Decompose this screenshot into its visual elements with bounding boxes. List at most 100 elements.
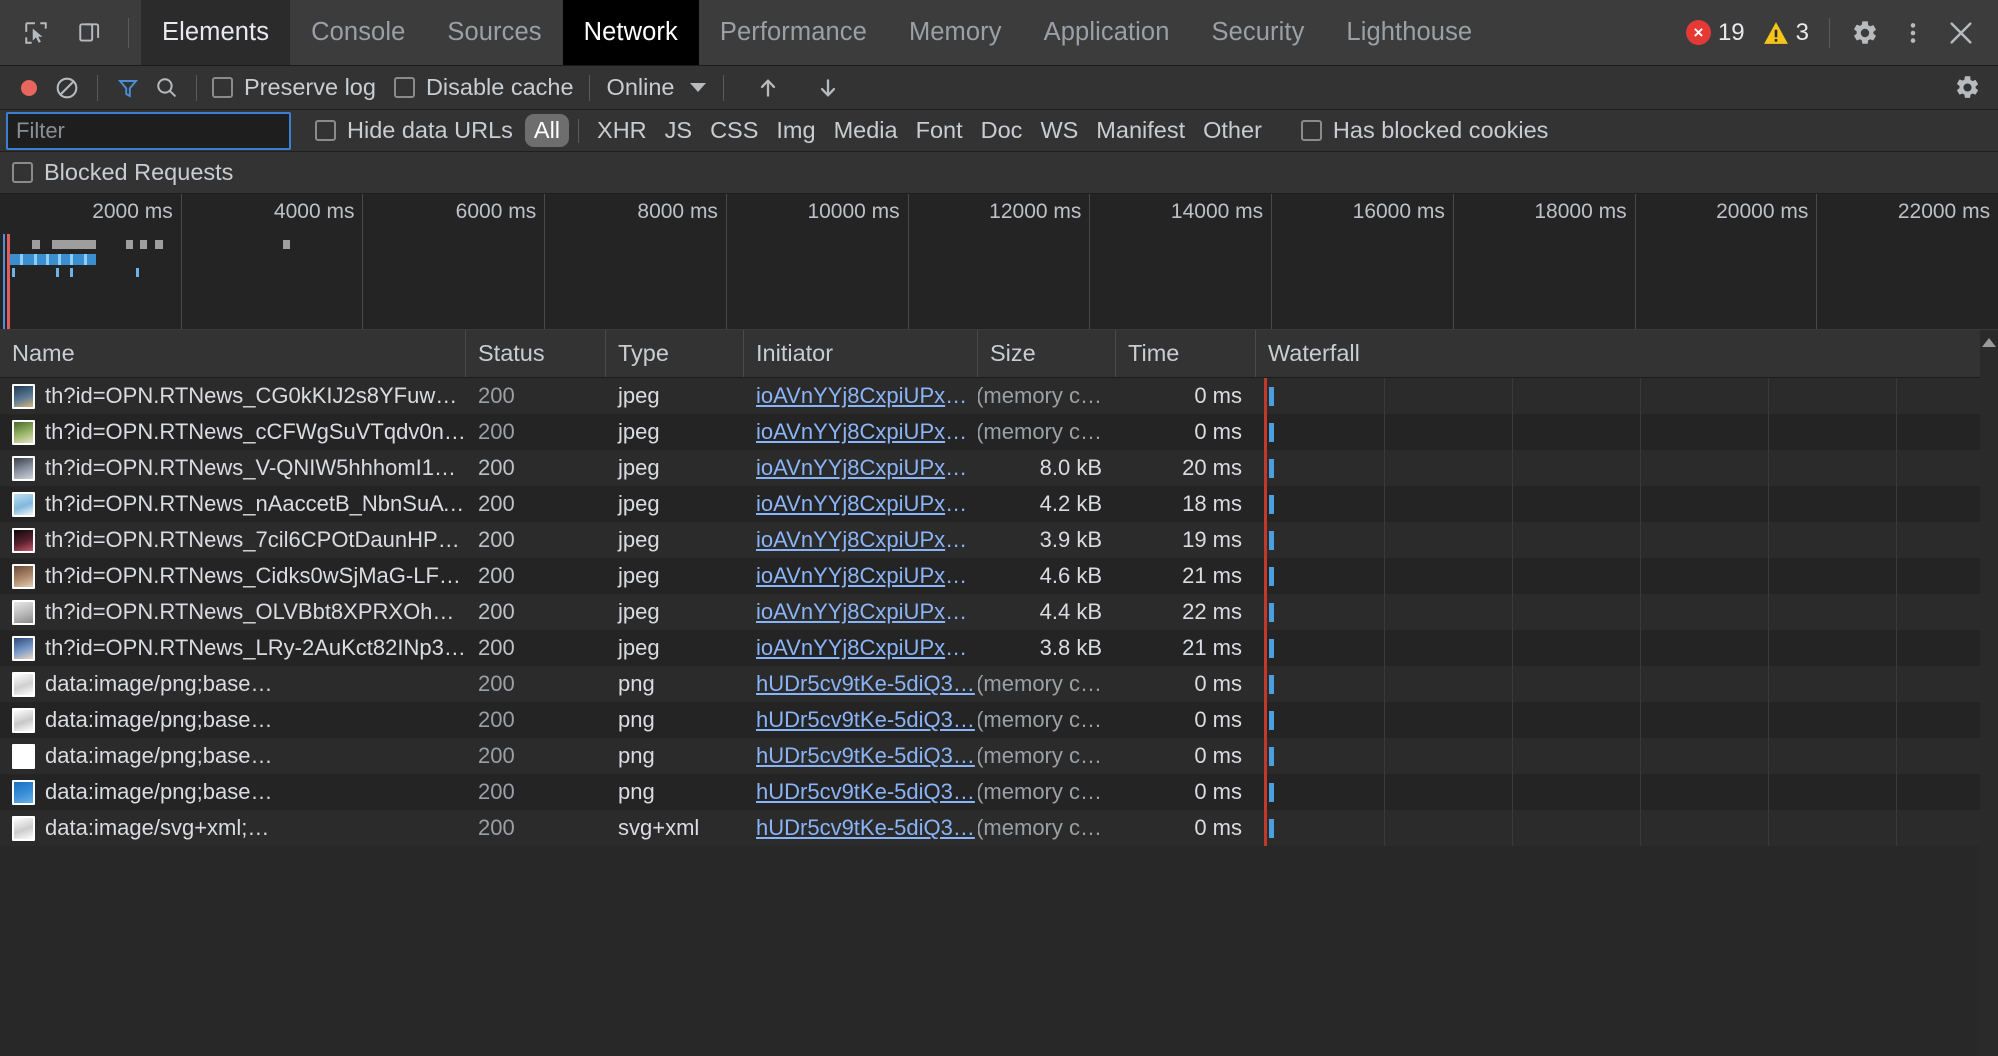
has-blocked-cookies-checkbox[interactable]: Has blocked cookies <box>1297 117 1553 144</box>
table-row[interactable]: th?id=OPN.RTNews_nAaccetB_NbnSuAVp… 200 jp… <box>0 486 1998 522</box>
tab-lighthouse[interactable]: Lighthouse <box>1325 0 1493 65</box>
close-icon[interactable] <box>1938 10 1984 56</box>
network-settings-gear-icon[interactable] <box>1948 69 1986 107</box>
network-overview-timeline[interactable]: 2000 ms 4000 ms 6000 ms 8000 ms 10000 ms… <box>0 194 1998 330</box>
table-row[interactable]: data:image/png;base… 200 png hUDr5cv9tKe-5d… <box>0 738 1998 774</box>
filter-type-manifest-label: Manifest <box>1096 117 1186 143</box>
initiator-link[interactable]: hUDr5cv9tKe-5diQ3… <box>756 779 975 805</box>
filter-type-ws[interactable]: WS <box>1031 114 1087 147</box>
table-row[interactable]: data:image/svg+xml;… 200 svg+xml hUDr5cv9tK… <box>0 810 1998 846</box>
column-header-name[interactable]: Name <box>0 330 466 377</box>
column-header-time[interactable]: Time <box>1116 330 1256 377</box>
initiator-link[interactable]: hUDr5cv9tKe-5diQ3… <box>756 815 975 841</box>
table-row[interactable]: th?id=OPN.RTNews_V-QNIW5hhhomI1YtE… 200 jp… <box>0 450 1998 486</box>
search-magnifier-icon[interactable] <box>147 69 185 107</box>
initiator-link[interactable]: ioAVnYYj8CxpiUPxW… <box>756 635 978 661</box>
tab-memory[interactable]: Memory <box>888 0 1023 65</box>
cell-initiator: hUDr5cv9tKe-5diQ3… <box>744 810 978 846</box>
cell-waterfall <box>1256 810 1998 846</box>
waterfall-gridline <box>1896 558 1897 594</box>
filter-type-doc[interactable]: Doc <box>972 114 1032 147</box>
initiator-link[interactable]: ioAVnYYj8CxpiUPxW… <box>756 419 978 445</box>
waterfall-request-bar <box>1269 387 1274 406</box>
filter-input[interactable] <box>6 111 291 150</box>
column-header-initiator[interactable]: Initiator <box>744 330 978 377</box>
table-scrollbar[interactable] <box>1980 330 1998 1056</box>
record-circle-icon[interactable] <box>10 69 48 107</box>
blocked-requests-checkbox[interactable]: Blocked Requests <box>8 159 237 186</box>
waterfall-gridline <box>1640 450 1641 486</box>
column-header-waterfall[interactable]: Waterfall <box>1256 330 1998 377</box>
filter-type-font[interactable]: Font <box>907 114 972 147</box>
throttling-select[interactable]: Online <box>601 74 713 101</box>
inspect-element-icon[interactable] <box>14 11 58 55</box>
disable-cache-checkbox[interactable]: Disable cache <box>390 74 578 101</box>
scroll-up-arrow-icon[interactable] <box>1982 338 1996 347</box>
waterfall-gridline <box>1640 378 1641 414</box>
tab-sources[interactable]: Sources <box>426 0 562 65</box>
overview-tick-label: 18000 ms <box>1534 200 1627 223</box>
table-row[interactable]: th?id=OPN.RTNews_cCFWgSuVTqdv0nJs… 200 jpe… <box>0 414 1998 450</box>
cell-name: th?id=OPN.RTNews_cCFWgSuVTqdv0nJs… <box>0 414 466 450</box>
initiator-link[interactable]: ioAVnYYj8CxpiUPxW… <box>756 455 978 481</box>
table-row[interactable]: th?id=OPN.RTNews_LRy-2AuKct82INp3R… 200 jp… <box>0 630 1998 666</box>
initiator-link[interactable]: hUDr5cv9tKe-5diQ3… <box>756 743 975 769</box>
gear-icon[interactable] <box>1842 10 1888 56</box>
waterfall-dom-marker <box>1264 702 1267 738</box>
import-upload-arrow-icon[interactable] <box>749 69 787 107</box>
column-header-type-label: Type <box>618 340 669 366</box>
filter-type-js[interactable]: JS <box>656 114 701 147</box>
export-download-arrow-icon[interactable] <box>809 69 847 107</box>
column-header-type[interactable]: Type <box>606 330 744 377</box>
table-row[interactable]: th?id=OPN.RTNews_Cidks0wSjMaG-LFXq… 200 jp… <box>0 558 1998 594</box>
waterfall-gridline <box>1896 450 1897 486</box>
filter-type-other[interactable]: Other <box>1194 114 1271 147</box>
table-row[interactable]: th?id=OPN.RTNews_OLVBbt8XPRXOhAL7… 200 jpe… <box>0 594 1998 630</box>
request-thumbnail-icon <box>12 707 35 733</box>
table-row[interactable]: th?id=OPN.RTNews_CG0kKIJ2s8YFuwGN… 200 jpe… <box>0 378 1998 414</box>
waterfall-request-bar <box>1269 531 1274 550</box>
filter-type-all[interactable]: All <box>524 114 570 147</box>
filter-type-img[interactable]: Img <box>767 114 824 147</box>
tab-elements[interactable]: Elements <box>141 0 291 65</box>
initiator-link[interactable]: ioAVnYYj8CxpiUPxW… <box>756 599 978 625</box>
hide-data-urls-checkbox[interactable]: Hide data URLs <box>311 117 517 144</box>
table-row[interactable]: data:image/png;base… 200 png hUDr5cv9tKe-5d… <box>0 702 1998 738</box>
waterfall-gridline <box>1640 666 1641 702</box>
table-row[interactable]: data:image/png;base… 200 png hUDr5cv9tKe-5d… <box>0 774 1998 810</box>
filter-type-media[interactable]: Media <box>825 114 907 147</box>
tab-console[interactable]: Console <box>290 0 426 65</box>
initiator-link[interactable]: ioAVnYYj8CxpiUPxW… <box>756 527 978 553</box>
initiator-link[interactable]: hUDr5cv9tKe-5diQ3… <box>756 671 975 697</box>
initiator-link[interactable]: ioAVnYYj8CxpiUPxW… <box>756 563 978 589</box>
tab-performance[interactable]: Performance <box>699 0 888 65</box>
filter-type-css[interactable]: CSS <box>701 114 767 147</box>
kebab-menu-icon[interactable] <box>1890 10 1936 56</box>
table-row[interactable]: data:image/png;base… 200 png hUDr5cv9tKe-5d… <box>0 666 1998 702</box>
initiator-link[interactable]: ioAVnYYj8CxpiUPxW… <box>756 383 978 409</box>
preserve-log-checkbox[interactable]: Preserve log <box>208 74 380 101</box>
column-header-status[interactable]: Status <box>466 330 606 377</box>
filter-type-manifest[interactable]: Manifest <box>1087 114 1194 147</box>
waterfall-gridline <box>1896 702 1897 738</box>
request-name-label: th?id=OPN.RTNews_LRy-2AuKct82INp3R… <box>45 635 466 660</box>
error-count-badge[interactable]: × 19 <box>1678 19 1753 47</box>
tab-security[interactable]: Security <box>1191 0 1326 65</box>
filter-funnel-icon[interactable] <box>109 69 147 107</box>
table-row[interactable]: th?id=OPN.RTNews_7cil6CPOtDaunHPTB… 200 jp… <box>0 522 1998 558</box>
waterfall-gridline <box>1640 630 1641 666</box>
waterfall-gridline <box>1384 414 1385 450</box>
waterfall-gridline <box>1512 774 1513 810</box>
cell-time: 20 ms <box>1182 455 1242 480</box>
clear-no-entry-icon[interactable] <box>48 69 86 107</box>
device-toolbar-icon[interactable] <box>68 11 112 55</box>
filter-type-xhr[interactable]: XHR <box>588 114 656 147</box>
waterfall-gridline <box>1896 486 1897 522</box>
initiator-link[interactable]: ioAVnYYj8CxpiUPxW… <box>756 491 978 517</box>
tab-application[interactable]: Application <box>1023 0 1191 65</box>
column-header-size[interactable]: Size <box>978 330 1116 377</box>
warning-count-badge[interactable]: 3 <box>1755 19 1817 47</box>
cell-type: svg+xml <box>618 815 700 840</box>
tab-network[interactable]: Network <box>562 0 699 65</box>
initiator-link[interactable]: hUDr5cv9tKe-5diQ3… <box>756 707 975 733</box>
